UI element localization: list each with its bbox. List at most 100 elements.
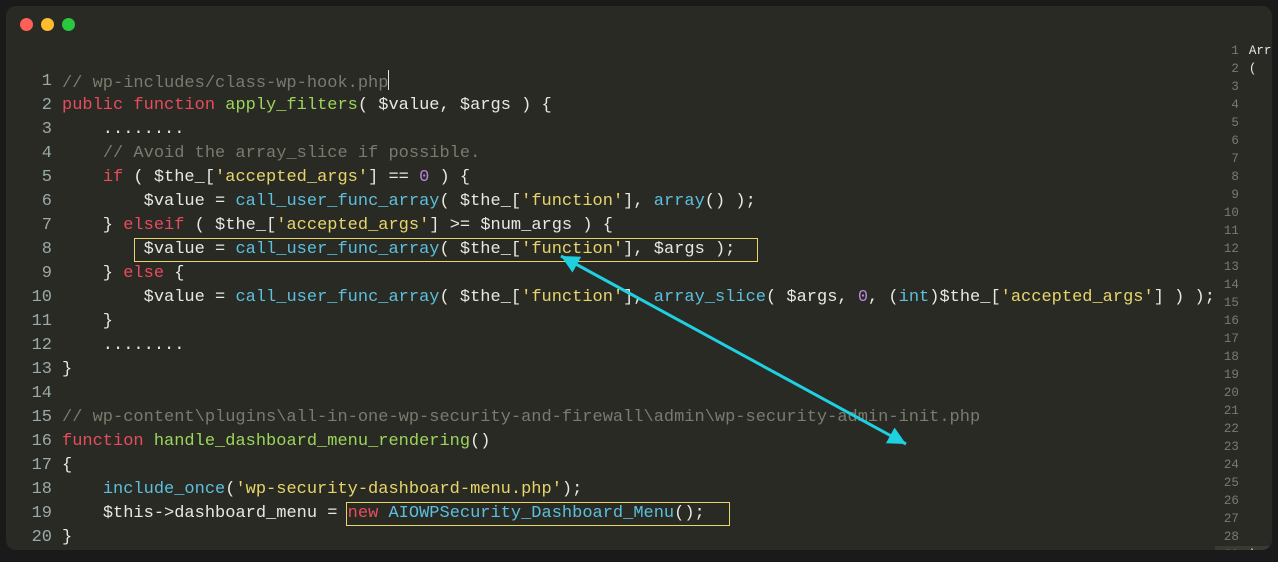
code-text: // Avoid the array_slice if possible. [62,142,480,166]
editor-line[interactable]: 7 } elseif ( $the_['accepted_args'] >= $… [6,214,1215,238]
editor-line[interactable]: 16function handle_dashboard_menu_renderi… [6,430,1215,454]
output-text: [user_login_menu] => [1249,222,1272,240]
editor-line[interactable]: 11 } [6,310,1215,334]
editor-line[interactable]: 15// wp-content\plugins\all-in-one-wp-se… [6,406,1215,430]
output-line-number: 5 [1215,114,1249,132]
code-text: } else { [62,262,184,286]
output-line-number: 20 [1215,384,1249,402]
minimize-button[interactable] [41,18,54,31]
output-line[interactable]: 15 [whois_menu] => [1215,294,1272,312]
line-number: 20 [6,526,62,550]
line-number: 4 [6,142,62,166]
output-line-number: 17 [1215,330,1249,348]
output-line-number: 22 [1215,420,1249,438]
output-line-number: 3 [1215,78,1249,96]
output-line-number: 11 [1215,222,1249,240]
line-number: 5 [6,166,62,190]
output-pane[interactable]: 1Array2(3 [function] => Array4 (5 [0] =>… [1215,42,1272,550]
output-line-number: 25 [1215,474,1249,492]
code-editor[interactable]: 1// wp-includes/class-wp-hook.php2public… [6,42,1215,550]
code-text: function handle_dashboard_menu_rendering… [62,430,491,454]
output-line[interactable]: 6 ( [1215,132,1272,150]
output-line-number: 26 [1215,492,1249,510]
output-line[interactable]: 9 [settings_menu] => [1215,186,1272,204]
editor-line[interactable]: 5 if ( $the_['accepted_args'] == 0 ) { [6,166,1215,190]
code-text: } [62,358,72,382]
line-number: 3 [6,118,62,142]
output-line[interactable]: 4 ( [1215,96,1272,114]
line-number: 8 [6,238,62,262]
output-line-number: 28 [1215,528,1249,546]
output-line[interactable]: 25 [1] => handle_dashboard_menu_renderin… [1215,474,1272,492]
line-number: 19 [6,502,62,526]
output-line[interactable]: 17 [firewall_menu] => [1215,330,1272,348]
output-text: ( [1249,132,1272,150]
line-number: 15 [6,406,62,430]
output-line[interactable]: 12 [user_registration_menu] => [1215,240,1272,258]
output-line[interactable]: 29) [1215,546,1272,550]
zoom-button[interactable] [62,18,75,31]
code-text: { [62,454,72,478]
output-text: Array [1249,42,1272,60]
editor-line[interactable]: 9 } else { [6,262,1215,286]
editor-line[interactable]: 14 [6,382,1215,406]
output-text: [filescan_menu] => [1249,402,1272,420]
editor-line[interactable]: 3 ........ [6,118,1215,142]
output-text: [settings_menu] => [1249,186,1272,204]
editor-line[interactable]: 12 ........ [6,334,1215,358]
output-line[interactable]: 8 [dashboard_menu] => [1215,168,1272,186]
output-line-number: 6 [1215,132,1249,150]
output-line[interactable]: 16 [blacklist_menu] => [1215,312,1272,330]
editor-line[interactable]: 8 $value = call_user_func_array( $the_['… [6,238,1215,262]
editor-line[interactable]: 6 $value = call_user_func_array( $the_['… [6,190,1215,214]
output-line[interactable]: 24 [1215,456,1272,474]
output-line-number: 14 [1215,276,1249,294]
output-line[interactable]: 7 [main_menu_page] => toplevel_page_aiow… [1215,150,1272,168]
editor-line[interactable]: 19 $this->dashboard_menu = new AIOWPSecu… [6,502,1215,526]
output-line[interactable]: 18 [brute_force_menu] => [1215,348,1272,366]
output-line[interactable]: 20 [spam_menu] => [1215,384,1272,402]
editor-line[interactable]: 18 include_once('wp-security-dashboard-m… [6,478,1215,502]
editor-line[interactable]: 13} [6,358,1215,382]
output-line[interactable]: 14 [filesystem_menu] => [1215,276,1272,294]
editor-line[interactable]: 10 $value = call_user_func_array( $the_[… [6,286,1215,310]
output-text: [dashboard_menu] => [1249,168,1272,186]
output-line[interactable]: 2( [1215,60,1272,78]
output-line-number: 29 [1215,546,1249,550]
output-line[interactable]: 27 [1215,510,1272,528]
close-button[interactable] [20,18,33,31]
output-line-number: 10 [1215,204,1249,222]
output-text: [accepted_args] => 1 [1249,528,1272,546]
editor-line[interactable]: 20} [6,526,1215,550]
editor-line[interactable]: 4 // Avoid the array_slice if possible. [6,142,1215,166]
output-line[interactable]: 26 ) [1215,492,1272,510]
output-line[interactable]: 11 [user_login_menu] => [1215,222,1272,240]
line-number: 18 [6,478,62,502]
line-number: 13 [6,358,62,382]
output-line-number: 2 [1215,60,1249,78]
code-text: $value = call_user_func_array( $the_['fu… [62,286,1215,310]
code-text: ........ [62,118,184,142]
output-line[interactable]: 1Array [1215,42,1272,60]
output-line[interactable]: 13 [db_security_menu] => [1215,258,1272,276]
output-line[interactable]: 5 [0] => AIOWPSecurity_Admin_Init Object [1215,114,1272,132]
code-text: include_once('wp-security-dashboard-menu… [62,478,582,502]
editor-line[interactable]: 2public function apply_filters( $value, … [6,94,1215,118]
editor-line[interactable]: 17{ [6,454,1215,478]
output-text: [blacklist_menu] => [1249,312,1272,330]
output-line[interactable]: 22 [misc_menu] => [1215,420,1272,438]
code-text: // wp-content\plugins\all-in-one-wp-secu… [62,406,980,430]
editor-line[interactable]: 1// wp-includes/class-wp-hook.php [6,70,1215,94]
output-line[interactable]: 28 [accepted_args] => 1 [1215,528,1272,546]
line-number: 6 [6,190,62,214]
output-line-number: 8 [1215,168,1249,186]
output-line[interactable]: 10 [user_accounts_menu] => [1215,204,1272,222]
output-line[interactable]: 21 [filescan_menu] => [1215,402,1272,420]
output-line[interactable]: 3 [function] => Array [1215,78,1272,96]
output-line[interactable]: 19 [maintenance_menu] => [1215,366,1272,384]
output-text: [user_registration_menu] => [1249,240,1272,258]
output-line[interactable]: 23 ) [1215,438,1272,456]
output-text: [brute_force_menu] => [1249,348,1272,366]
output-line-number: 15 [1215,294,1249,312]
output-text: [whois_menu] => [1249,294,1272,312]
